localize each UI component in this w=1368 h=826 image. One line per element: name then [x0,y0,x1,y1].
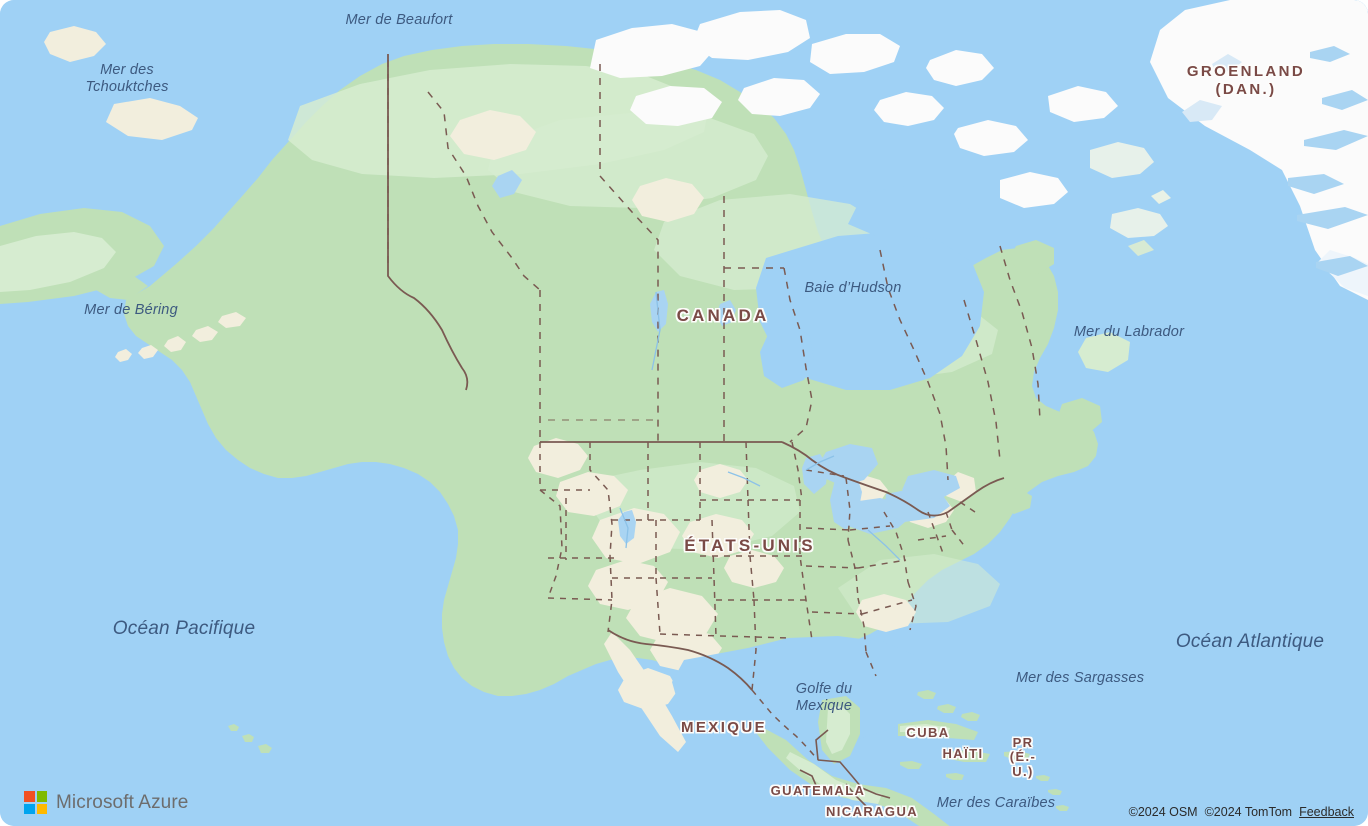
feedback-link[interactable]: Feedback [1299,805,1354,819]
map-viewport[interactable]: CANADA ÉTATS-UNIS GROENLAND (DAN.) MEXIQ… [0,0,1368,826]
attribution-tomtom: ©2024 TomTom [1204,805,1293,819]
azure-brand-label: Microsoft Azure [56,791,189,813]
attribution-osm: ©2024 OSM [1128,805,1198,819]
map-canvas[interactable]: CANADA ÉTATS-UNIS GROENLAND (DAN.) MEXIQ… [0,0,1368,826]
map-geometry [0,0,1368,826]
azure-logo: Microsoft Azure [24,791,188,814]
microsoft-logo-icon [24,791,47,814]
map-attribution: ©2024 OSM ©2024 TomTom Feedback [1129,805,1354,819]
